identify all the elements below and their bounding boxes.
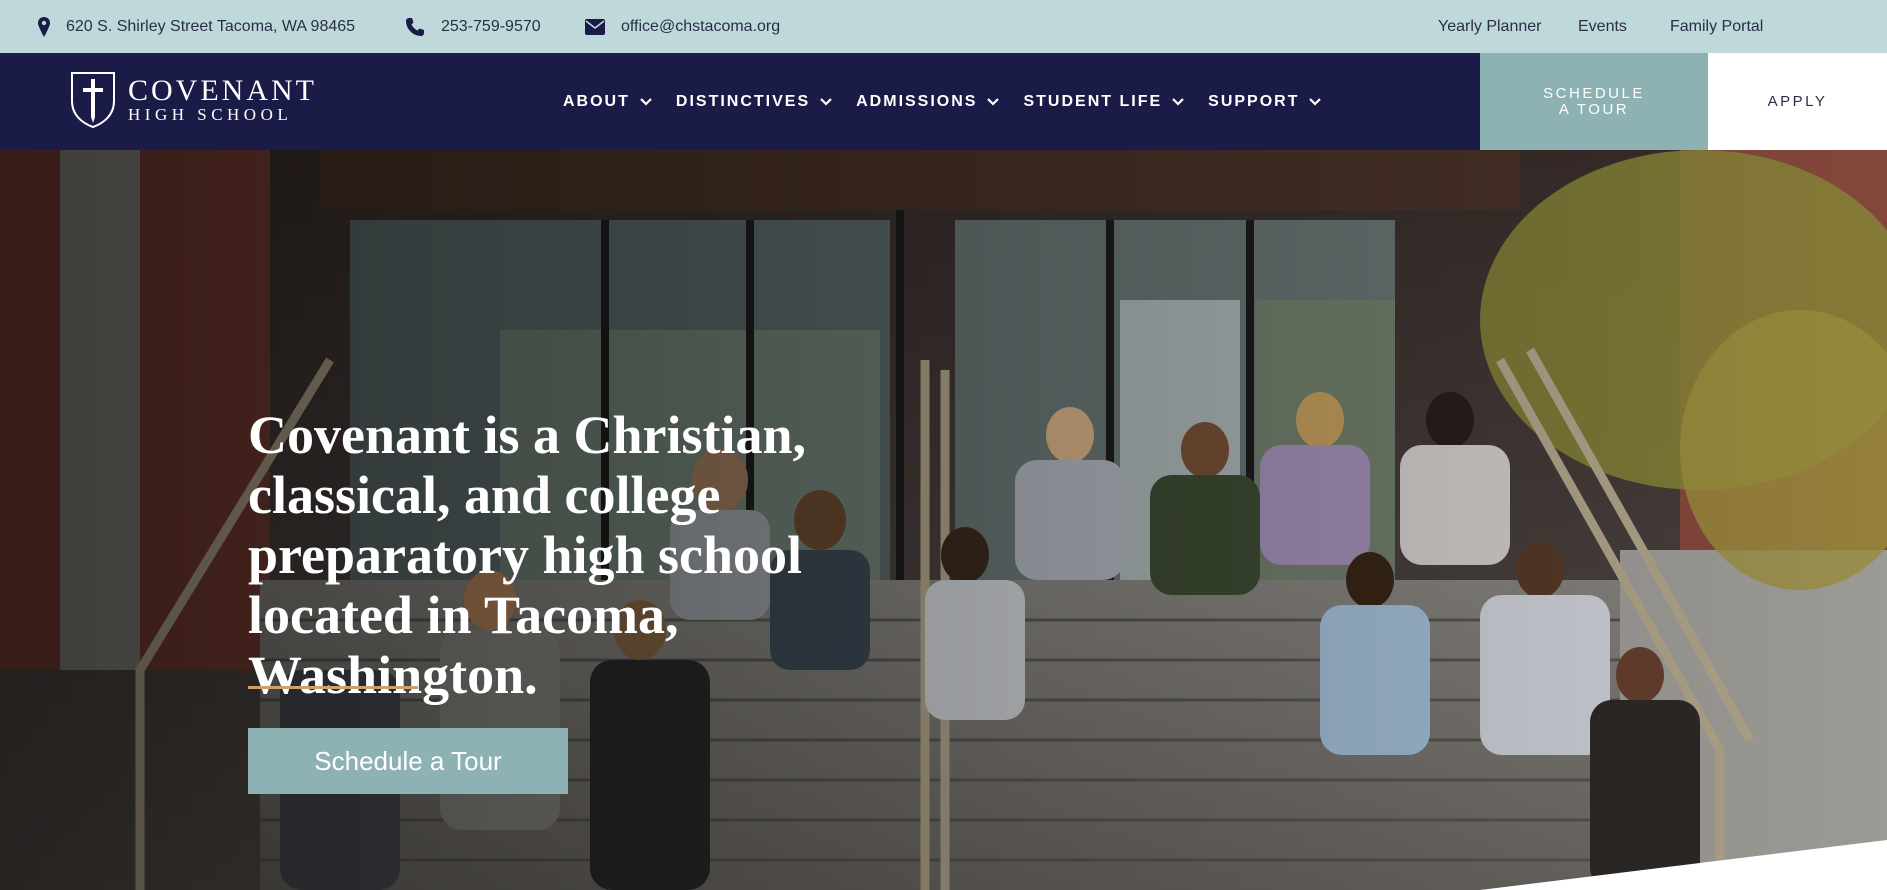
nav-item-label: DISTINCTIVES xyxy=(675,92,811,110)
map-pin-icon xyxy=(38,16,50,37)
schedule-tour-line2: A TOUR xyxy=(1558,100,1630,118)
chevron-down-icon xyxy=(640,97,652,106)
email-item[interactable]: office@chstacoma.org xyxy=(585,0,780,53)
address-text: 620 S. Shirley Street Tacoma, WA 98465 xyxy=(66,17,356,35)
yearly-planner-link[interactable]: Yearly Planner xyxy=(1438,18,1541,36)
phone-text: 253-759-9570 xyxy=(441,17,541,35)
nav-item-student-life[interactable]: STUDENT LIFE xyxy=(1023,93,1184,111)
nav-item-admissions[interactable]: ADMISSIONS xyxy=(856,92,1000,111)
nav-item-support[interactable]: SUPPORT xyxy=(1208,92,1322,111)
primary-menu: ABOUT DISTINCTIVES ADMISSIONS STUDENT LI… xyxy=(563,53,1345,150)
nav-item-about[interactable]: ABOUT xyxy=(563,93,652,111)
nav-item-label: STUDENT LIFE xyxy=(1023,92,1163,110)
address-item[interactable]: 620 S. Shirley Street Tacoma, WA 98465 xyxy=(38,0,355,53)
schedule-tour-hero-button[interactable]: Schedule a Tour xyxy=(248,728,568,794)
schedule-tour-hero-label: Schedule a Tour xyxy=(314,745,502,776)
schedule-tour-nav-button[interactable]: SCHEDULE A TOUR xyxy=(1480,53,1708,150)
headline-divider xyxy=(248,686,418,689)
nav-item-label: SUPPORT xyxy=(1208,92,1300,110)
nav-item-label: ADMISSIONS xyxy=(856,92,978,110)
chevron-down-icon xyxy=(820,97,832,106)
brand-name-line2: High School xyxy=(128,105,293,124)
schedule-tour-line1: SCHEDULE xyxy=(1543,84,1645,102)
shield-cross-icon xyxy=(71,72,115,129)
apply-button[interactable]: APPLY xyxy=(1708,53,1887,150)
phone-item[interactable]: 253-759-9570 xyxy=(405,0,541,53)
top-info-bar: 620 S. Shirley Street Tacoma, WA 98465 2… xyxy=(0,0,1887,53)
hero-section: Covenant is a Christian, classical, and … xyxy=(0,150,1887,890)
family-portal-link[interactable]: Family Portal xyxy=(1670,18,1763,36)
phone-icon xyxy=(406,17,424,36)
nav-item-distinctives[interactable]: DISTINCTIVES xyxy=(676,93,832,111)
brand-name-line1: Covenant xyxy=(128,74,317,107)
events-link[interactable]: Events xyxy=(1578,18,1627,36)
email-text: office@chstacoma.org xyxy=(621,17,781,35)
hero-headline: Covenant is a Christian, classical, and … xyxy=(248,405,807,705)
envelope-icon xyxy=(585,18,605,35)
chevron-down-icon xyxy=(987,97,1000,106)
apply-label: APPLY xyxy=(1767,93,1828,110)
site-logo[interactable]: Covenant High School xyxy=(70,70,317,130)
chevron-down-icon xyxy=(1172,97,1184,106)
chevron-down-icon xyxy=(1309,97,1322,106)
nav-item-label: ABOUT xyxy=(563,92,630,110)
